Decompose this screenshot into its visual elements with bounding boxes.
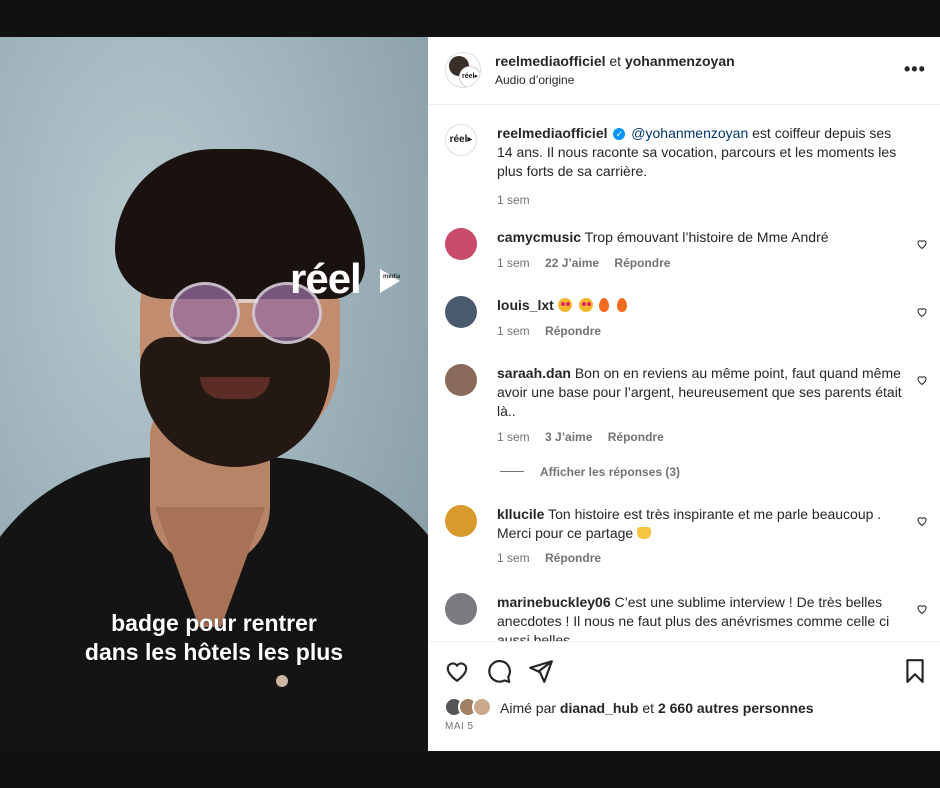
avatar[interactable]: réel▸ (445, 124, 477, 156)
post-panel: réel▸ reelmediaofficiel et yohanmenzoyan… (428, 37, 940, 751)
comment-username[interactable]: louis_lxt (497, 297, 554, 313)
bottom-black-bar (0, 751, 940, 788)
comment-username[interactable]: camycmusic (497, 229, 581, 245)
like-heart-icon[interactable] (916, 374, 928, 386)
share-paper-plane-icon[interactable] (528, 658, 554, 684)
fire-emoji-icon (599, 298, 610, 312)
comment-meta: 1 sem Répondre (497, 324, 613, 338)
avatar[interactable] (445, 505, 477, 537)
glasses-bridge (238, 299, 258, 303)
shirt-button (276, 675, 288, 687)
post-header: réel▸ reelmediaofficiel et yohanmenzoyan… (428, 37, 940, 105)
verified-badge-icon: ✓ (613, 128, 626, 140)
reply-button[interactable]: Répondre (614, 256, 670, 270)
heart-eyes-emoji-icon (557, 298, 572, 312)
bookmark-save-icon[interactable] (902, 658, 928, 684)
caption-text: reelmediaofficiel ✓ @yohanmenzoyan est c… (497, 124, 907, 181)
like-heart-icon[interactable] (916, 238, 928, 250)
caption-username[interactable]: reelmediaofficiel (497, 125, 608, 141)
reply-button[interactable]: Répondre (545, 324, 601, 338)
replies-line (500, 471, 524, 472)
caption-time[interactable]: 1 sem (497, 193, 530, 207)
top-black-bar (0, 0, 940, 37)
comment-text: marinebuckley06 C’est une sublime interv… (497, 593, 907, 641)
video-caption: badge pour rentrer dans les hôtels les p… (0, 609, 428, 667)
view-replies-button[interactable]: Afficher les réponses (3) (500, 465, 680, 479)
comment-text: kllucile Ton histoire est très inspirant… (497, 505, 907, 543)
liked-by-others-link[interactable]: 2 660 autres personnes (658, 700, 814, 716)
caption-mention[interactable]: @yohanmenzoyan (631, 125, 748, 141)
comment-username[interactable]: marinebuckley06 (497, 594, 611, 610)
comment-time[interactable]: 1 sem (497, 551, 530, 565)
heart-eyes-emoji-icon (578, 298, 593, 312)
reel-video[interactable]: réel média badge pour rentrer dans les h… (0, 37, 428, 751)
liked-by-prefix: Aimé par (500, 700, 557, 716)
more-options-icon[interactable]: ••• (904, 59, 926, 80)
avatar-reelmedia: réel▸ (459, 66, 480, 87)
comment-meta: 1 sem 22 J’aime Répondre (497, 256, 682, 270)
post-date[interactable]: MAI 5 (445, 721, 474, 732)
comment-body: Ton histoire est très inspirante et me p… (497, 506, 882, 541)
header-usernames: reelmediaofficiel et yohanmenzoyan (495, 53, 735, 69)
avatar[interactable] (445, 593, 477, 625)
like-heart-icon[interactable] (916, 603, 928, 615)
caption-line: badge pour rentrer (111, 610, 317, 636)
liked-by-text: Aimé par dianad_hub et 2 660 autres pers… (500, 700, 814, 716)
header-username-link[interactable]: yohanmenzoyan (625, 53, 735, 69)
comment-likes[interactable]: 22 J’aime (545, 256, 599, 270)
header-conjunction: et (609, 53, 622, 69)
comment-time[interactable]: 1 sem (497, 256, 530, 270)
reel-logo-play-icon (380, 269, 400, 293)
header-username-link[interactable]: reelmediaofficiel (495, 53, 606, 69)
like-heart-icon[interactable] (916, 515, 928, 527)
comment-username[interactable]: saraah.dan (497, 365, 571, 381)
avatar[interactable] (445, 296, 477, 328)
view-replies-label: Afficher les réponses (3) (540, 465, 681, 479)
like-heart-icon[interactable] (444, 658, 470, 684)
avatar[interactable] (445, 228, 477, 260)
liked-by-user-link[interactable]: dianad_hub (560, 700, 639, 716)
fire-emoji-icon (617, 298, 628, 312)
avatar[interactable] (445, 364, 477, 396)
audio-link[interactable]: Audio d’origine (495, 73, 574, 87)
reply-button[interactable]: Répondre (545, 551, 601, 565)
reply-button[interactable]: Répondre (608, 430, 664, 444)
avatar (472, 697, 492, 717)
comment-username[interactable]: kllucile (497, 506, 544, 522)
comments-list[interactable]: réel▸ reelmediaofficiel ✓ @yohanmenzoyan… (428, 106, 940, 641)
comment-bubble-icon[interactable] (486, 658, 512, 684)
collab-avatar[interactable]: réel▸ (445, 52, 481, 88)
reel-logo-text: réel (290, 255, 362, 302)
glasses-lens-left (170, 282, 240, 344)
person-mouth (200, 377, 270, 399)
reel-logo-subtext: média (383, 274, 401, 280)
comment-meta: 1 sem Répondre (497, 551, 613, 565)
comment-time[interactable]: 1 sem (497, 430, 530, 444)
comment-time[interactable]: 1 sem (497, 324, 530, 338)
raising-hands-emoji-icon (637, 527, 652, 539)
comment-body: Trop émouvant l’histoire de Mme André (584, 229, 829, 245)
comment-meta: 1 sem 3 J’aime Répondre (497, 430, 676, 444)
comment-likes[interactable]: 3 J’aime (545, 430, 592, 444)
comment-text: louis_lxt (497, 296, 907, 315)
action-bar (428, 641, 940, 751)
like-heart-icon[interactable] (916, 306, 928, 318)
comment-text: saraah.dan Bon on en reviens au même poi… (497, 364, 907, 421)
caption-line: dans les hôtels les plus (84, 639, 344, 665)
liked-by-middle: et (642, 700, 655, 716)
caption-meta: 1 sem (497, 193, 542, 207)
comment-text: camycmusic Trop émouvant l’histoire de M… (497, 228, 907, 247)
